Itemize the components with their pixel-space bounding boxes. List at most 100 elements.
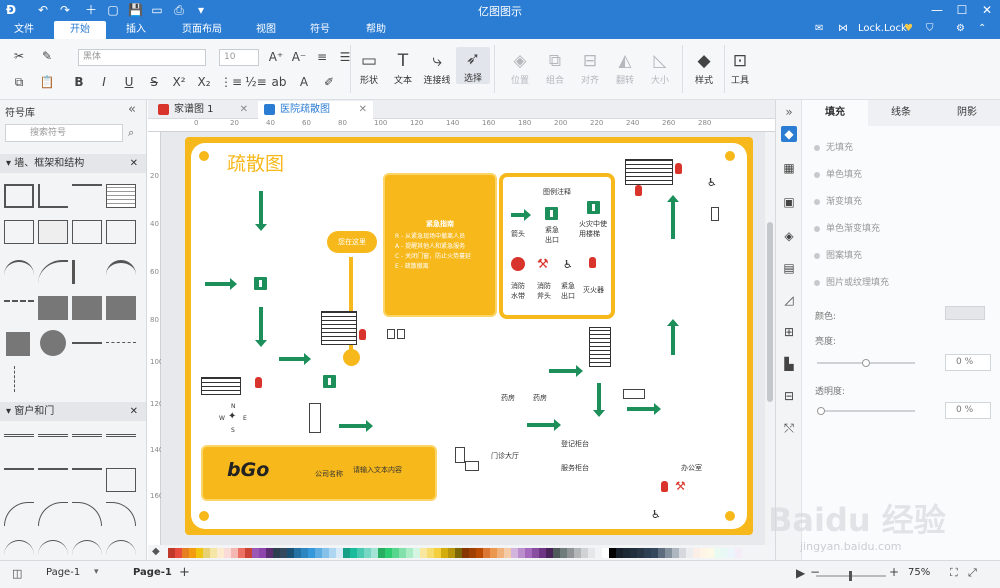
palette-swatch[interactable] [539,548,546,558]
zoom-level[interactable]: 75% [908,567,930,578]
table-icon[interactable]: ⊞ [781,324,797,340]
close-category-icon[interactable]: ✕ [130,402,138,421]
color-swatch[interactable] [945,306,985,320]
stairs-icon[interactable] [625,159,673,185]
zoom-slider[interactable] [816,571,886,581]
symbol-window-3[interactable] [72,434,102,458]
company-text-placeholder[interactable]: 请输入文本内容 [353,465,402,475]
palette-swatch[interactable] [413,548,420,558]
palette-swatch[interactable] [567,548,574,558]
exit-sign-icon[interactable] [323,375,336,388]
transparency-value[interactable]: 0 % [945,402,991,419]
collapse-ribbon-icon[interactable]: ⌃ [978,23,986,34]
expand-panel-icon[interactable]: » [781,104,797,120]
connector-button[interactable]: ⤷ 连接线 [420,49,454,86]
palette-swatch[interactable] [427,548,434,558]
fire-extinguisher-icon[interactable] [661,481,668,492]
palette-swatch[interactable] [553,548,560,558]
palette-swatch[interactable] [168,548,175,558]
network-icon[interactable]: ⤲ [781,420,797,436]
account-name[interactable]: Lock.Lock [858,23,907,34]
palette-swatch[interactable] [476,548,483,558]
compass-icon[interactable]: N W E S ✦ [219,403,249,437]
palette-swatch[interactable] [273,548,280,558]
evacuation-arrow[interactable] [667,319,679,355]
copy-icon[interactable]: ⧉ [10,73,28,91]
palette-swatch[interactable] [329,548,336,558]
evacuation-arrow[interactable] [667,195,679,239]
maximize-button[interactable]: ☐ [955,3,969,17]
symbol-l-room[interactable] [38,184,68,208]
feedback-icon[interactable]: ✉ [815,23,823,34]
palette-swatch[interactable] [637,548,644,558]
symbol-room[interactable] [4,184,34,208]
palette-swatch[interactable] [672,548,679,558]
fill-bucket-icon[interactable]: ◆ [152,546,160,557]
symbol-door-swing[interactable] [4,502,34,526]
evacuation-arrow[interactable] [593,383,605,417]
palette-swatch[interactable] [728,548,735,558]
doc-tab-family-tree[interactable]: 家谱图 1 ✕ [152,101,254,119]
style-button[interactable]: ◆ 样式 [687,49,721,86]
evacuation-diagram[interactable]: 疏散图 您在这里 紧急指南 R - 从紧急现场中撤离人员 A - 提醒其他人和紧… [185,137,753,535]
evacuation-arrow[interactable] [549,365,583,377]
symbol-dim-line[interactable] [14,366,22,392]
collapse-panel-icon[interactable]: « [128,102,136,117]
drawing-canvas[interactable]: 疏散图 您在这里 紧急指南 R - 从紧急现场中撤离人员 A - 提醒其他人和紧… [161,132,765,545]
seat-icon[interactable] [711,207,719,221]
palette-swatch[interactable] [532,548,539,558]
symbol-dashed-wall[interactable] [4,300,34,324]
palette-swatch[interactable] [462,548,469,558]
combine-button[interactable]: ⧉ 组合 [538,49,572,86]
palette-swatch[interactable] [392,548,399,558]
stairs-icon[interactable] [589,327,611,367]
fill-bucket-icon[interactable]: ◆ [781,126,797,142]
wheelchair-icon[interactable]: ♿ [651,509,663,521]
chair-icon[interactable] [387,329,395,339]
brightness-slider[interactable] [817,359,915,367]
subscript-icon[interactable]: X₂ [195,73,213,91]
bold-icon[interactable]: B [70,73,88,91]
palette-swatch[interactable] [714,548,721,558]
close-tab-icon[interactable]: ✕ [359,101,367,118]
wheelchair-icon[interactable]: ♿ [707,177,719,189]
page-navigator[interactable]: Page-1 [46,567,80,578]
fire-extinguisher-icon[interactable] [359,329,366,340]
symbol-room-4[interactable] [72,220,102,244]
palette-swatch[interactable] [371,548,378,558]
palette-swatch[interactable] [336,548,343,558]
symbol-window-2[interactable] [38,434,68,458]
add-page-icon[interactable]: + [179,565,190,580]
palette-swatch[interactable] [196,548,203,558]
font-color-icon[interactable]: A [295,73,313,91]
palette-swatch[interactable] [525,548,532,558]
palette-swatch[interactable] [357,548,364,558]
brightness-value[interactable]: 0 % [945,354,991,371]
chart-icon[interactable]: ◿ [781,292,797,308]
menu-tab-file[interactable]: 文件 [4,21,44,39]
legend-box[interactable]: 图例注释 箭头 紧急出口 火灾中使用楼梯 消防水带 ⚒ 消防斧头 ♿ 紧急出口 … [499,173,615,319]
page-tab[interactable]: Page-1 [133,567,172,578]
strikethrough-icon[interactable]: S [145,73,163,91]
bench-icon[interactable] [623,389,645,399]
minimize-button[interactable]: — [930,3,944,17]
symbol-guide[interactable] [106,342,136,366]
palette-swatch[interactable] [602,548,609,558]
palette-swatch[interactable] [245,548,252,558]
palette-swatch[interactable] [294,548,301,558]
symbol-arc-wall[interactable] [4,260,34,284]
symbol-door-swing-4[interactable] [106,502,136,526]
fill-option-picture[interactable]: 图片或纹理填充 [814,275,889,288]
search-icon[interactable]: ⌕ [128,126,134,140]
palette-swatch[interactable] [686,548,693,558]
slider-knob[interactable] [817,407,825,415]
text-button[interactable]: T 文本 [386,49,420,86]
rotate-button[interactable]: ◭ 翻转 [608,49,642,86]
palette-swatch[interactable] [217,548,224,558]
palette-swatch[interactable] [679,548,686,558]
palette-swatch[interactable] [448,548,455,558]
symbol-wall-grid[interactable] [106,184,136,208]
palette-swatch[interactable] [287,548,294,558]
evacuation-arrow[interactable] [527,419,561,431]
palette-swatch[interactable] [182,548,189,558]
